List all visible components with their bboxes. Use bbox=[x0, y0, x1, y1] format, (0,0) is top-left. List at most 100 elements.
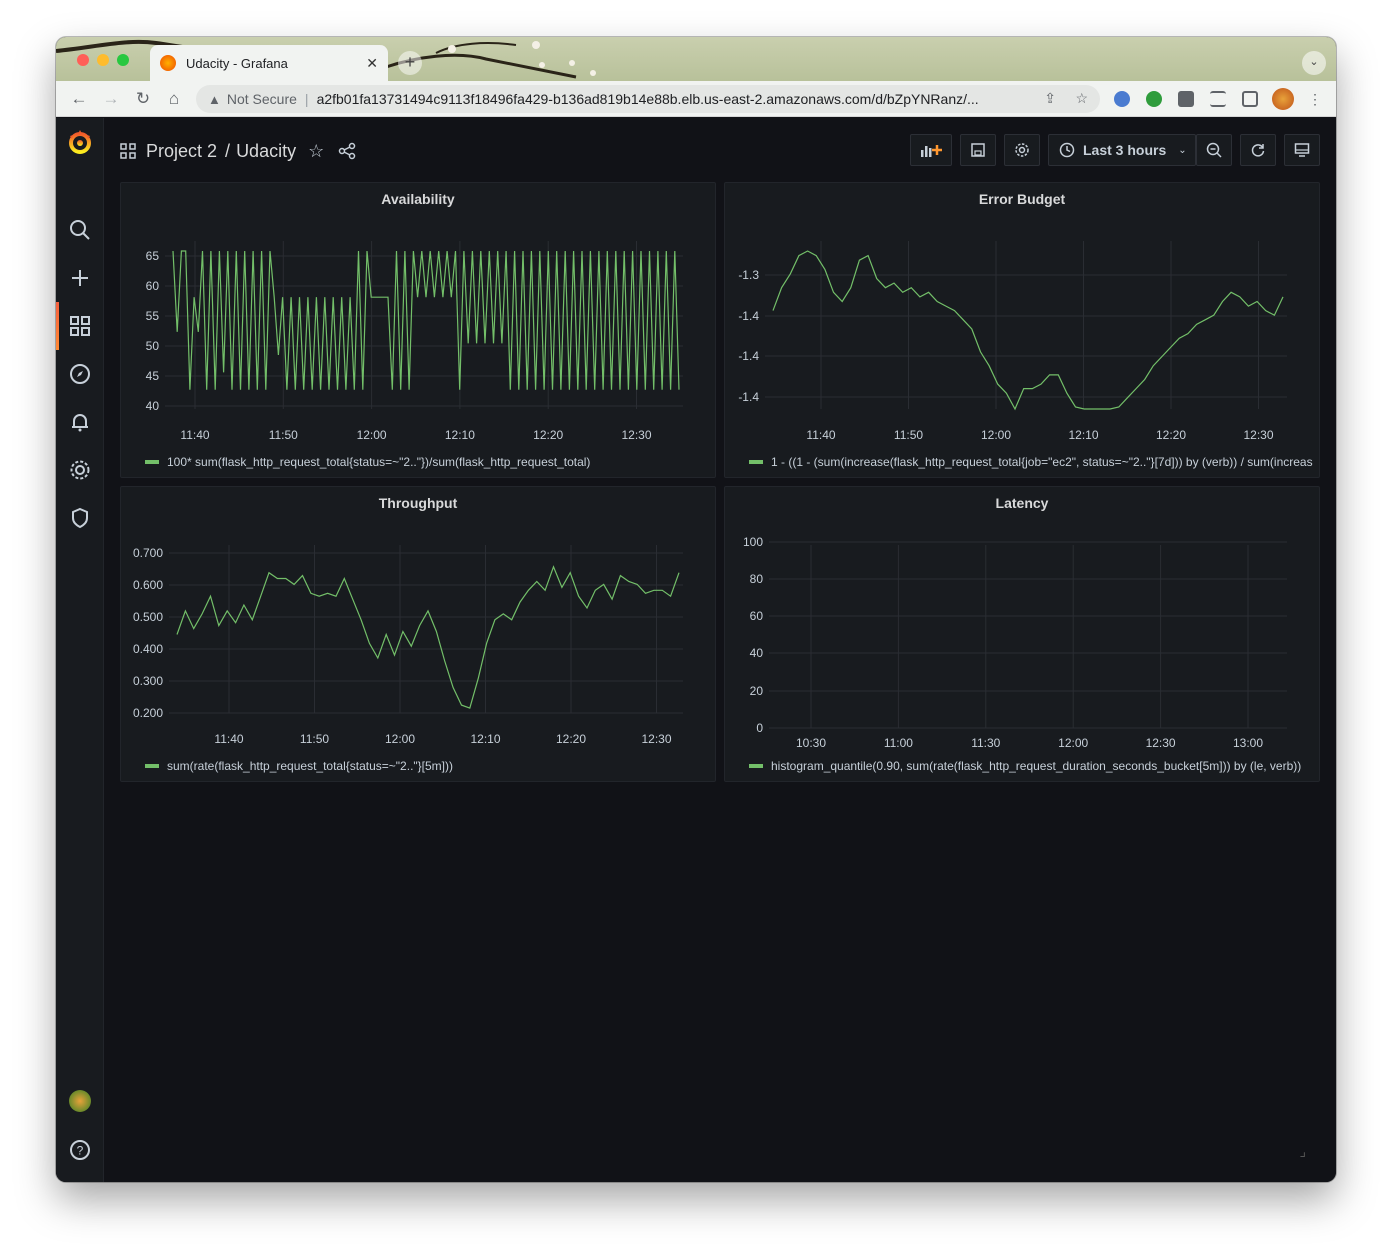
y-tick-label: 40 bbox=[750, 646, 764, 660]
x-tick-label: 12:20 bbox=[556, 732, 586, 746]
minimize-window-button[interactable] bbox=[97, 54, 109, 66]
side-menu: ? bbox=[56, 118, 104, 1182]
breadcrumb-separator: / bbox=[225, 140, 231, 161]
throughput-chart: 0.200 0.300 0.400 0.500 0.600 0.700 11:40 11:50… bbox=[133, 545, 683, 746]
series-line[interactable] bbox=[176, 565, 680, 709]
dashboard-folder-link[interactable]: Project 2 bbox=[146, 141, 217, 162]
save-dashboard-button[interactable] bbox=[960, 134, 996, 166]
latency-panel[interactable]: Latency 0 20 40 60 80 100 10:30 11:00 11:30 12:00… bbox=[724, 486, 1320, 782]
new-tab-button[interactable]: + bbox=[398, 51, 422, 75]
monitor-icon bbox=[1294, 143, 1310, 157]
x-tick-label: 12:30 bbox=[641, 732, 671, 746]
zoom-window-button[interactable] bbox=[117, 54, 129, 66]
back-arrow-icon[interactable]: ← bbox=[68, 88, 90, 110]
configuration-gear-icon[interactable] bbox=[68, 458, 92, 482]
view-mode-button[interactable] bbox=[1284, 134, 1320, 166]
extensions-puzzle-icon[interactable] bbox=[1178, 91, 1194, 107]
reading-list-icon[interactable] bbox=[1210, 91, 1226, 107]
dashboard-title[interactable]: Udacity bbox=[236, 141, 296, 162]
availability-panel[interactable]: Availability 40 45 50 55 60 65 11:40 11:50 12:00… bbox=[120, 182, 716, 478]
legend-item[interactable]: histogram_quantile(0.90, sum(rate(flask_… bbox=[749, 759, 1313, 773]
create-plus-icon[interactable] bbox=[68, 266, 92, 290]
series-color-swatch bbox=[749, 460, 763, 464]
x-tick-label: 12:30 bbox=[621, 428, 651, 442]
x-tick-label: 12:00 bbox=[1058, 736, 1088, 750]
x-tick-label: 12:10 bbox=[445, 428, 475, 442]
add-panel-button[interactable] bbox=[910, 134, 952, 166]
home-icon[interactable]: ⌂ bbox=[163, 88, 185, 110]
legend-item[interactable]: 1 - ((1 - (sum(increase(flask_http_reque… bbox=[749, 455, 1313, 469]
refresh-icon bbox=[1251, 144, 1265, 157]
x-tick-label: 13:00 bbox=[1233, 736, 1263, 750]
url-text[interactable]: a2fb01fa13731494c9113f18496fa429-b136ad8… bbox=[317, 91, 1037, 107]
close-window-button[interactable] bbox=[77, 54, 89, 66]
resize-corner-icon: ⌟ bbox=[1299, 1143, 1306, 1159]
y-tick-label: 55 bbox=[146, 309, 160, 323]
explore-compass-icon[interactable] bbox=[68, 362, 92, 386]
evernote-extension-icon[interactable] bbox=[1146, 91, 1162, 107]
forward-arrow-icon[interactable]: → bbox=[100, 88, 122, 110]
extension-1-icon[interactable] bbox=[1114, 91, 1130, 107]
help-question-icon[interactable]: ? bbox=[68, 1138, 92, 1162]
alerting-bell-icon[interactable] bbox=[68, 410, 92, 434]
legend-label: 1 - ((1 - (sum(increase(flask_http_reque… bbox=[771, 455, 1313, 469]
series-color-swatch bbox=[145, 764, 159, 768]
add-panel-icon bbox=[921, 145, 942, 157]
y-tick-label: 65 bbox=[146, 249, 160, 263]
time-picker-button[interactable]: Last 3 hours ⌄ bbox=[1048, 134, 1196, 166]
error-budget-panel[interactable]: Error Budget -1.3 -1.4 -1.4 -1.4 11:40 11:50 1… bbox=[724, 182, 1320, 478]
user-avatar[interactable] bbox=[69, 1090, 91, 1112]
x-tick-label: 11:50 bbox=[894, 428, 923, 442]
y-tick-label: 50 bbox=[146, 339, 160, 353]
tab-search-button[interactable]: ⌄ bbox=[1302, 51, 1326, 75]
side-panel-icon[interactable] bbox=[1242, 91, 1258, 107]
x-tick-label: 11:00 bbox=[884, 736, 913, 750]
x-tick-label: 11:50 bbox=[269, 428, 298, 442]
series-color-swatch bbox=[749, 764, 763, 768]
x-tick-label: 11:30 bbox=[971, 736, 1000, 750]
y-tick-label: -1.4 bbox=[738, 349, 759, 363]
reload-icon[interactable]: ↻ bbox=[132, 88, 154, 110]
series-line[interactable] bbox=[172, 250, 680, 390]
throughput-panel[interactable]: Throughput 0.200 0.300 0.400 0.500 0.600 0.70… bbox=[120, 486, 716, 782]
zoom-out-button[interactable] bbox=[1196, 134, 1232, 166]
tab-strip: Udacity - Grafana ✕ + ⌄ bbox=[56, 37, 1336, 81]
x-tick-label: 12:30 bbox=[1146, 736, 1176, 750]
legend-item[interactable]: 100* sum(flask_http_request_total{status… bbox=[145, 455, 709, 469]
browser-toolbar: ← → ↻ ⌂ ▲ Not Secure | a2fb01fa13731494c… bbox=[56, 81, 1336, 117]
y-tick-label: -1.4 bbox=[738, 390, 759, 404]
browser-menu-icon[interactable]: ⋮ bbox=[1304, 88, 1326, 110]
not-secure-label: Not Secure bbox=[226, 91, 297, 107]
refresh-button[interactable] bbox=[1240, 134, 1276, 166]
legend-item[interactable]: sum(rate(flask_http_request_total{status… bbox=[145, 759, 709, 773]
x-tick-label: 12:30 bbox=[1243, 428, 1273, 442]
address-bar[interactable]: ▲ Not Secure | a2fb01fa13731494c9113f184… bbox=[196, 85, 1100, 113]
grafana-logo-icon[interactable] bbox=[66, 128, 94, 156]
x-tick-label: 11:40 bbox=[180, 428, 209, 442]
server-admin-shield-icon[interactable] bbox=[68, 506, 92, 530]
x-tick-label: 10:30 bbox=[796, 736, 826, 750]
browser-tab[interactable]: Udacity - Grafana ✕ bbox=[150, 45, 388, 81]
tab-close-icon[interactable]: ✕ bbox=[366, 55, 378, 72]
x-tick-label: 12:00 bbox=[357, 428, 387, 442]
x-tick-label: 12:20 bbox=[533, 428, 563, 442]
legend-label: 100* sum(flask_http_request_total{status… bbox=[167, 455, 591, 469]
y-tick-label: 45 bbox=[146, 369, 160, 383]
x-tick-label: 12:20 bbox=[1156, 428, 1186, 442]
dashboard-settings-button[interactable] bbox=[1004, 134, 1040, 166]
y-tick-label: -1.4 bbox=[738, 309, 759, 323]
favorite-star-icon[interactable]: ☆ bbox=[308, 141, 324, 162]
share-icon[interactable]: ⇪ bbox=[1044, 90, 1056, 107]
chevron-down-icon: ⌄ bbox=[1178, 144, 1187, 156]
dashboards-grid-icon[interactable] bbox=[68, 314, 92, 338]
bookmark-star-icon[interactable]: ☆ bbox=[1075, 90, 1088, 107]
x-tick-label: 11:50 bbox=[300, 732, 329, 746]
profile-avatar-icon[interactable] bbox=[1272, 88, 1294, 110]
zoom-out-icon bbox=[1206, 142, 1222, 158]
warning-triangle-icon: ▲ bbox=[208, 91, 221, 107]
x-tick-label: 11:40 bbox=[806, 428, 835, 442]
dashboard-grid-icon bbox=[120, 143, 136, 159]
search-icon[interactable] bbox=[68, 218, 92, 242]
y-tick-label: 0 bbox=[756, 721, 763, 735]
share-dashboard-icon[interactable] bbox=[338, 142, 356, 160]
